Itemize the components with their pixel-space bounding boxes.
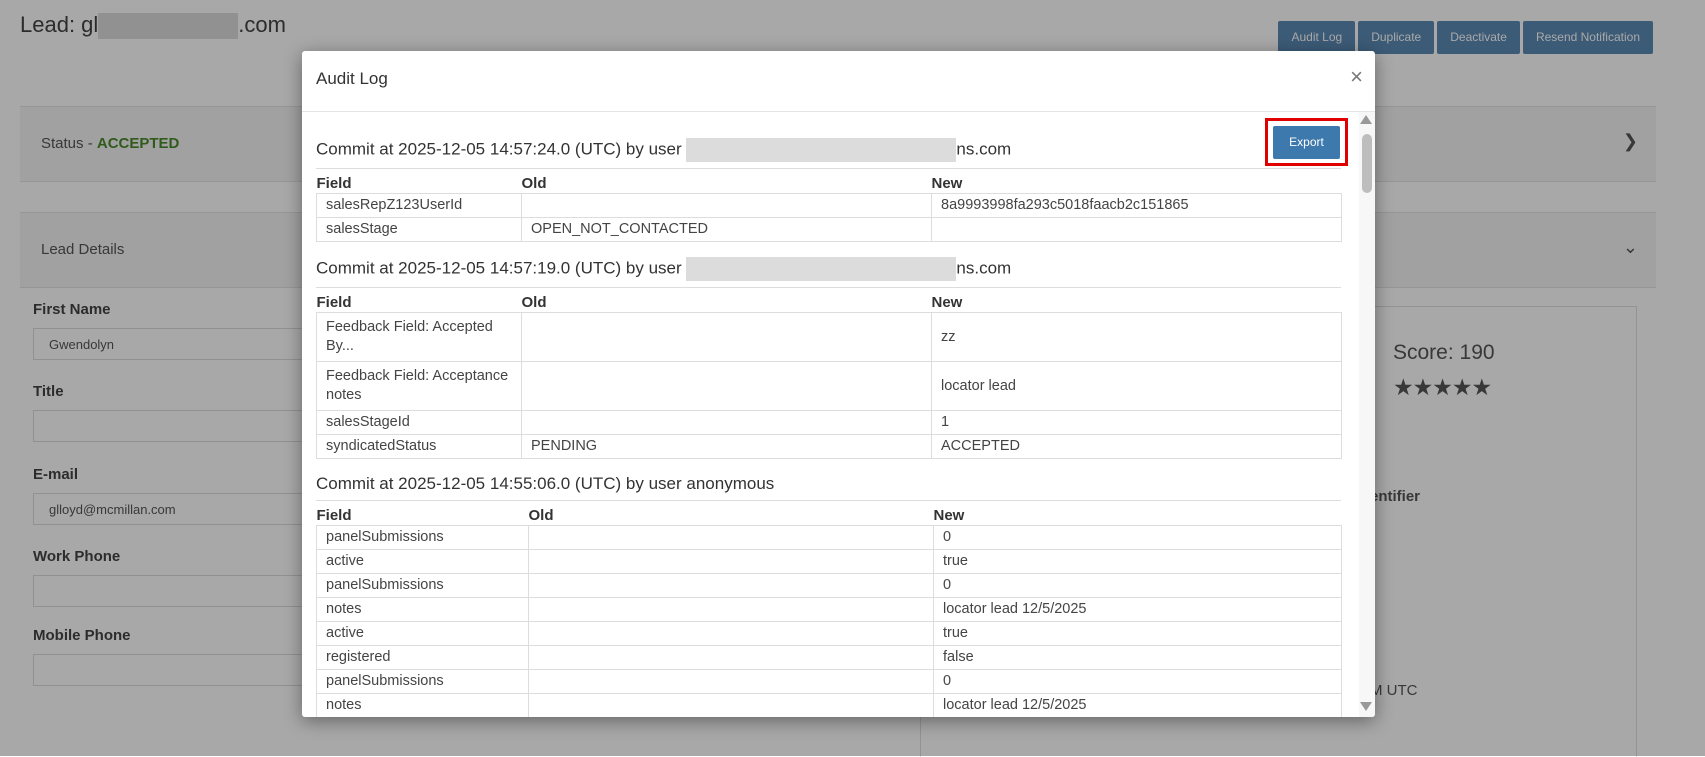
cell-new: locator lead 12/5/2025 — [933, 597, 1342, 622]
column-header-new: New — [933, 507, 965, 524]
table-row: registered false — [316, 645, 1342, 670]
cell-field: salesRepZ123UserId — [316, 193, 522, 218]
table-row: panelSubmissions 0 — [316, 669, 1342, 694]
commit-heading-text: Commit at 2025-12-05 14:57:19.0 (UTC) by… — [316, 258, 687, 278]
cell-old: OPEN_NOT_CONTACTED — [521, 217, 932, 242]
cell-new: false — [933, 645, 1342, 670]
table-row: salesStage OPEN_NOT_CONTACTED — [316, 217, 1342, 242]
scroll-down-arrow-icon[interactable] — [1360, 702, 1372, 711]
cell-field: salesStageId — [316, 410, 522, 435]
audit-log-modal: Audit Log × Commit at 2025-12-05 14:57:2… — [302, 51, 1375, 717]
commit-heading: Commit at 2025-12-05 14:57:24.0 (UTC) by… — [316, 138, 1341, 169]
cell-field: active — [316, 549, 529, 574]
cell-field: notes — [316, 597, 529, 622]
cell-new: true — [933, 549, 1342, 574]
cell-new: zz — [931, 312, 1342, 362]
cell-old — [528, 549, 934, 574]
commit-heading-text: Commit at 2025-12-05 14:55:06.0 (UTC) by… — [316, 474, 775, 493]
table-row: active true — [316, 549, 1342, 574]
modal-title: Audit Log — [316, 69, 388, 88]
cell-new: ACCEPTED — [931, 434, 1342, 459]
close-icon[interactable]: × — [1350, 64, 1363, 90]
export-button[interactable]: Export — [1273, 126, 1340, 159]
table-row: syndicatedStatus PENDING ACCEPTED — [316, 434, 1342, 459]
cell-old — [521, 193, 932, 218]
cell-field: notes — [316, 693, 529, 717]
cell-new: 0 — [933, 525, 1342, 550]
column-header-old: Old — [521, 175, 547, 192]
table-row: salesRepZ123UserId 8a9993998fa293c5018fa… — [316, 193, 1342, 218]
commit-heading-suffix: ns.com — [956, 139, 1012, 159]
commit-block: Commit at 2025-12-05 14:57:24.0 (UTC) by… — [316, 138, 1342, 242]
commit-block: Commit at 2025-12-05 14:55:06.0 (UTC) by… — [316, 474, 1342, 717]
column-header-field: Field — [316, 294, 352, 311]
scroll-up-arrow-icon[interactable] — [1360, 115, 1372, 124]
cell-old — [528, 693, 934, 717]
cell-field: syndicatedStatus — [316, 434, 522, 459]
commit-table: Field Old New Feedback Field: Accepted B… — [316, 292, 1342, 459]
cell-new: 0 — [933, 669, 1342, 694]
cell-field: Feedback Field: Acceptance notes — [316, 361, 522, 411]
scrollbar[interactable] — [1359, 112, 1375, 717]
audit-content: Commit at 2025-12-05 14:57:24.0 (UTC) by… — [316, 112, 1342, 717]
modal-header: Audit Log × — [302, 51, 1375, 112]
commit-heading: Commit at 2025-12-05 14:55:06.0 (UTC) by… — [316, 474, 1341, 501]
cell-old — [528, 621, 934, 646]
column-header-field: Field — [316, 175, 352, 192]
commit-heading: Commit at 2025-12-05 14:57:19.0 (UTC) by… — [316, 257, 1341, 288]
column-header-new: New — [931, 175, 963, 192]
cell-old: PENDING — [521, 434, 932, 459]
cell-old — [528, 645, 934, 670]
cell-new: locator lead 12/5/2025 — [933, 693, 1342, 717]
table-row: Feedback Field: Acceptance notes locator… — [316, 361, 1342, 411]
modal-body[interactable]: Commit at 2025-12-05 14:57:24.0 (UTC) by… — [302, 112, 1375, 717]
table-row: notes locator lead 12/5/2025 — [316, 693, 1342, 717]
cell-field: panelSubmissions — [316, 573, 529, 598]
cell-field: panelSubmissions — [316, 525, 529, 550]
commit-table: Field Old New salesRepZ123UserId 8a99939… — [316, 173, 1342, 242]
table-row: panelSubmissions 0 — [316, 525, 1342, 550]
cell-field: active — [316, 621, 529, 646]
cell-old — [528, 597, 934, 622]
table-row: salesStageId 1 — [316, 410, 1342, 435]
column-header-field: Field — [316, 507, 352, 524]
table-row: Feedback Field: Accepted By... zz — [316, 312, 1342, 362]
cell-old — [521, 361, 932, 411]
cell-old — [528, 669, 934, 694]
commit-heading-suffix: ns.com — [956, 258, 1012, 278]
cell-old — [521, 312, 932, 362]
cell-field: registered — [316, 645, 529, 670]
redacted-block — [686, 138, 957, 162]
cell-old — [528, 573, 934, 598]
column-header-old: Old — [521, 294, 547, 311]
table-row: notes locator lead 12/5/2025 — [316, 597, 1342, 622]
cell-new — [931, 217, 1342, 242]
cell-field: salesStage — [316, 217, 522, 242]
redacted-block — [686, 257, 957, 281]
cell-old — [521, 410, 932, 435]
cell-new: 8a9993998fa293c5018faacb2c151865 — [931, 193, 1342, 218]
commit-heading-text: Commit at 2025-12-05 14:57:24.0 (UTC) by… — [316, 139, 687, 159]
cell-field: panelSubmissions — [316, 669, 529, 694]
scroll-thumb[interactable] — [1362, 134, 1372, 193]
cell-new: true — [933, 621, 1342, 646]
cell-new: 1 — [931, 410, 1342, 435]
cell-new: locator lead — [931, 361, 1342, 411]
cell-old — [528, 525, 934, 550]
cell-field: Feedback Field: Accepted By... — [316, 312, 522, 362]
table-row: panelSubmissions 0 — [316, 573, 1342, 598]
table-row: active true — [316, 621, 1342, 646]
commit-block: Commit at 2025-12-05 14:57:19.0 (UTC) by… — [316, 257, 1342, 459]
column-header-new: New — [931, 294, 963, 311]
cell-new: 0 — [933, 573, 1342, 598]
commit-table: Field Old New panelSubmissions 0 active … — [316, 505, 1342, 717]
column-header-old: Old — [528, 507, 554, 524]
